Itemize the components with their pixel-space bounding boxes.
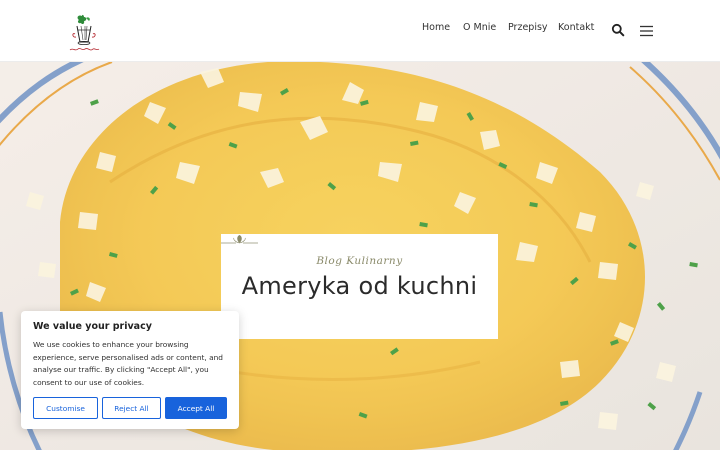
hamburger-menu-button[interactable] xyxy=(639,22,654,37)
hero-title: Ameryka od kuchni xyxy=(241,272,478,300)
cookie-consent-banner: We value your privacy We use cookies to … xyxy=(21,311,239,429)
nav-o-mnie[interactable]: O Mnie xyxy=(463,22,496,33)
reject-all-button[interactable]: Reject All xyxy=(102,397,161,419)
search-button[interactable] xyxy=(611,22,625,37)
cookie-title: We value your privacy xyxy=(33,321,152,332)
hero-title-card: Blog Kulinarny Ameryka od kuchni xyxy=(221,234,498,339)
accept-all-button[interactable]: Accept All xyxy=(165,397,227,419)
hero-subtitle: Blog Kulinarny xyxy=(316,255,403,267)
search-icon xyxy=(611,23,625,37)
site-header: Home O Mnie Przepisy Kontakt xyxy=(0,0,720,62)
nav-home[interactable]: Home xyxy=(422,22,450,33)
cookie-description: We use cookies to enhance your browsing … xyxy=(33,340,224,387)
nav-kontakt[interactable]: Kontakt xyxy=(558,22,594,33)
hamburger-menu-icon xyxy=(640,25,653,37)
leaf-ornament-icon xyxy=(221,235,258,244)
nav-przepisy[interactable]: Przepisy xyxy=(508,22,548,33)
customise-button[interactable]: Customise xyxy=(33,397,98,419)
